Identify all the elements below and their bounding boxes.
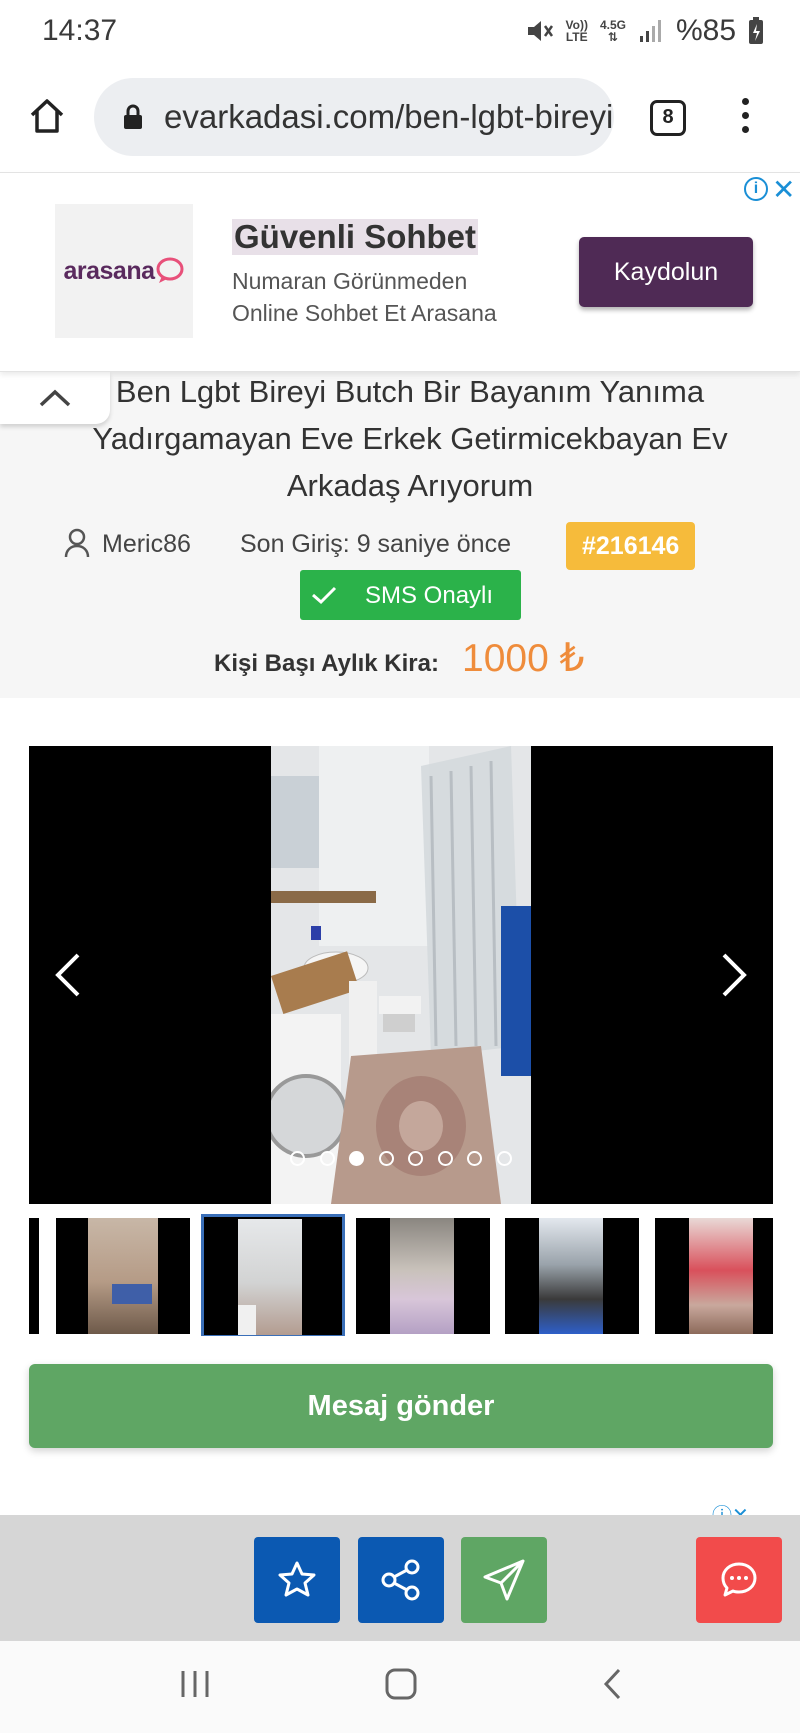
share-icon — [381, 1559, 420, 1601]
send-icon — [483, 1559, 525, 1601]
ad-banner[interactable]: arasana Güvenli Sohbet Numaran Görünmede… — [0, 172, 800, 372]
tabs-button[interactable]: 8 — [650, 100, 686, 136]
network-type: 4.5G ⇅ — [599, 18, 626, 44]
thumbnail-partial[interactable] — [29, 1218, 39, 1334]
listing-id-badge: #216146 — [566, 522, 696, 570]
gallery-dot[interactable] — [467, 1151, 483, 1167]
rent-value: 1000 ₺ — [462, 637, 585, 680]
home-nav-icon[interactable] — [384, 1667, 418, 1701]
gallery-dot[interactable] — [437, 1151, 453, 1167]
back-icon[interactable] — [596, 1667, 630, 1701]
collapse-ad-button[interactable] — [0, 372, 110, 424]
thumbnail-strip[interactable] — [29, 1212, 773, 1336]
status-icons: Vo)) LTE 4.5G ⇅ %85 — [524, 14, 765, 48]
thumbnail-bedroom[interactable] — [56, 1218, 190, 1334]
menu-icon[interactable] — [737, 98, 753, 138]
bathroom-photo — [271, 746, 531, 1204]
gallery-next-icon[interactable] — [719, 951, 749, 999]
chat-button[interactable] — [696, 1537, 782, 1623]
gallery-dot-active[interactable] — [349, 1151, 365, 1167]
gallery-pagination[interactable] — [29, 1150, 773, 1168]
lock-icon — [124, 104, 142, 129]
send-message-button[interactable]: Mesaj gönder — [29, 1364, 773, 1448]
gallery-dot[interactable] — [496, 1151, 512, 1167]
photo-gallery[interactable] — [29, 746, 773, 1204]
rent-label: Kişi Başı Aylık Kira: — [214, 650, 439, 677]
speech-bubble-icon — [156, 257, 184, 283]
action-bar — [0, 1515, 800, 1641]
thumbnail-balcony[interactable] — [505, 1218, 639, 1334]
gallery-photo-bathroom[interactable] — [271, 746, 531, 1204]
system-nav-bar — [0, 1641, 800, 1733]
ad-info-icon[interactable]: i — [744, 177, 768, 201]
gallery-prev-icon[interactable] — [53, 951, 83, 999]
gallery-dot[interactable] — [319, 1151, 335, 1167]
address-bar[interactable]: evarkadasi.com/ben-lgbt-bireyi-butch-bir… — [94, 78, 614, 156]
chat-icon — [721, 1562, 757, 1597]
username-link[interactable]: Meric86 — [102, 530, 191, 559]
sms-verified-badge: SMS Onaylı — [300, 570, 521, 620]
last-login: Son Giriş: 9 saniye önce — [240, 530, 511, 558]
favorite-button[interactable] — [254, 1537, 340, 1623]
ad-title[interactable]: Güvenli Sohbet — [232, 219, 479, 255]
star-icon — [278, 1561, 316, 1597]
gallery-dot[interactable] — [408, 1151, 424, 1167]
ad-close-icon[interactable]: ✕ — [772, 173, 795, 206]
battery-percent: %85 — [675, 14, 736, 47]
home-icon[interactable] — [27, 96, 67, 136]
ad-description-line1: Numaran Görünmeden — [232, 268, 468, 294]
ad-description-line2: Online Sohbet Et Arasana — [232, 300, 497, 326]
volte-indicator: Vo)) LTE — [565, 18, 588, 44]
browser-toolbar: evarkadasi.com/ben-lgbt-bireyi-butch-bir… — [0, 64, 800, 172]
thumbnail-hallway[interactable] — [356, 1218, 490, 1334]
recent-apps-icon[interactable] — [178, 1667, 212, 1701]
ad-signup-button[interactable]: Kaydolun — [579, 237, 753, 307]
send-button[interactable] — [461, 1537, 547, 1623]
check-icon — [300, 570, 348, 620]
listing-title: Ben Lgbt Bireyi Butch Bir Bayanım Yanıma… — [92, 374, 728, 503]
status-bar: 14:37 Vo)) LTE 4.5G ⇅ %85 — [0, 0, 800, 64]
clock: 14:37 — [42, 14, 118, 47]
ad-logo[interactable]: arasana — [55, 204, 193, 338]
user-icon — [64, 528, 90, 558]
signal-icon — [639, 20, 661, 42]
thumbnail-room-red[interactable] — [655, 1218, 773, 1334]
chevron-up-icon — [39, 389, 71, 407]
gallery-dot[interactable] — [378, 1151, 394, 1167]
mute-icon — [527, 21, 553, 41]
listing-meta: Meric86 Son Giriş: 9 saniye önce #216146 — [0, 522, 800, 570]
gallery-dot[interactable] — [290, 1151, 306, 1167]
listing-header: Ben Lgbt Bireyi Butch Bir Bayanım Yanıma… — [0, 330, 800, 698]
share-button[interactable] — [358, 1537, 444, 1623]
url-text: evarkadasi.com/ben-lgbt-bireyi-butch-bir… — [164, 98, 614, 135]
thumbnail-bathroom-active[interactable] — [201, 1214, 345, 1336]
battery-icon — [749, 17, 763, 44]
